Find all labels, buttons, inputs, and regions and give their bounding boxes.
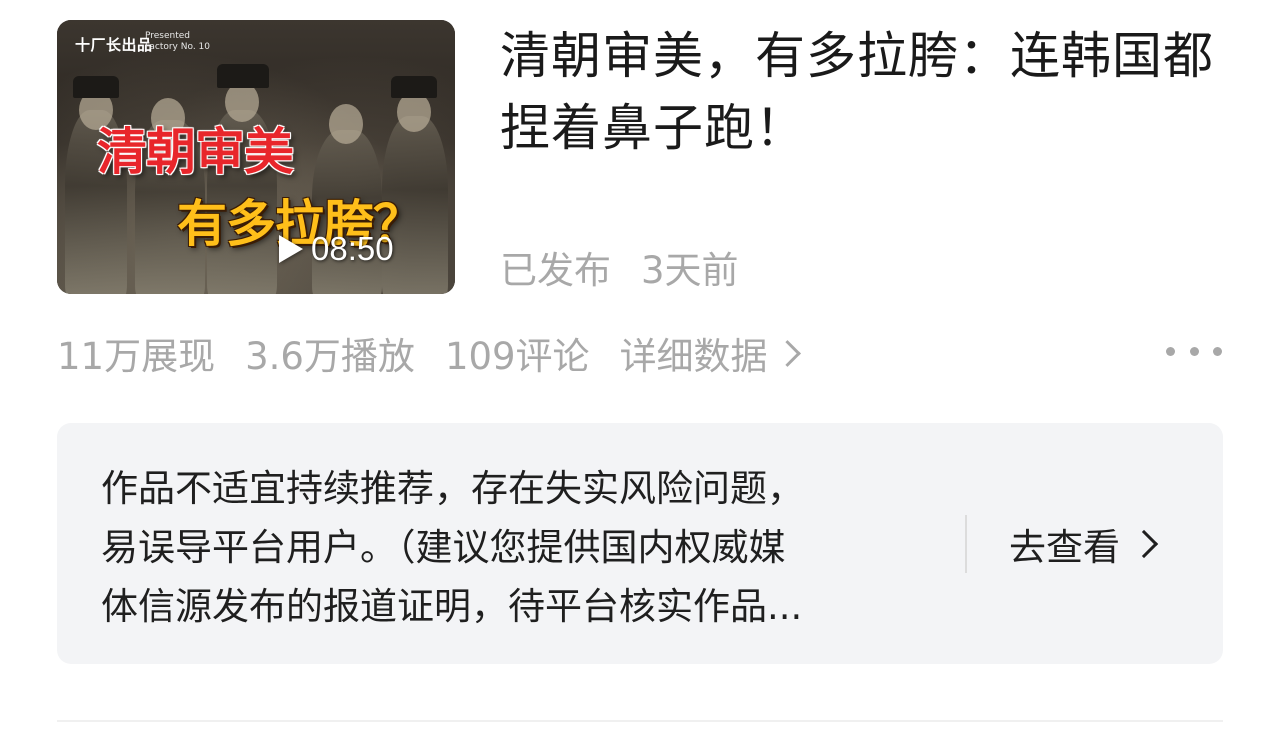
- more-dots-icon: [1189, 346, 1199, 356]
- video-item-page: 十厂长出品 Presented Factory No. 10 清朝审美 有多拉胯…: [0, 0, 1280, 734]
- more-options-button[interactable]: [1166, 336, 1222, 366]
- video-title[interactable]: 清朝审美，有多拉胯：连韩国都捏着鼻子跑！: [500, 20, 1240, 164]
- notice-line: 易误导平台用户。（建议您提供国内权威媒: [101, 526, 786, 569]
- publish-status-row: 已发布 3天前: [500, 240, 739, 294]
- more-dots-icon: [1166, 346, 1175, 356]
- video-thumbnail[interactable]: 十厂长出品 Presented Factory No. 10 清朝审美 有多拉胯…: [57, 20, 455, 294]
- more-dots-icon: [1213, 346, 1222, 356]
- video-stats-row: 11万展现 3.6万播放 109评论 详细数据: [57, 326, 801, 380]
- notice-message: 作品不适宜持续推荐，存在失实风险问题， 易误导平台用户。（建议您提供国内权威媒 …: [101, 459, 921, 636]
- thumbnail-figure-head: [329, 104, 363, 144]
- thumbnail-figure-hat: [73, 76, 119, 98]
- video-duration: 08:50: [311, 230, 394, 267]
- play-overlay[interactable]: 08:50: [279, 230, 394, 268]
- notice-divider: [965, 515, 967, 573]
- detail-data-label: 详细数据: [619, 335, 768, 378]
- publish-status: 已发布: [500, 249, 611, 292]
- thumbnail-overlay-title-line1: 清朝审美: [97, 123, 294, 181]
- thumbnail-brand-sub-line2: Factory No. 10: [145, 42, 210, 52]
- view-details-button[interactable]: 去查看: [1009, 517, 1159, 571]
- play-triangle-icon: [279, 235, 303, 263]
- thumbnail-brand-sub-line1: Presented: [145, 31, 191, 41]
- list-divider: [57, 720, 1223, 722]
- thumbnail-brand-label: 十厂长出品: [75, 36, 153, 54]
- impressions-count: 11万展现: [57, 335, 216, 378]
- chevron-right-icon: [1129, 529, 1159, 559]
- thumbnail-figure-head: [397, 92, 431, 132]
- comments-count: 109评论: [444, 335, 590, 378]
- notice-line: 作品不适宜持续推荐，存在失实风险问题，: [101, 467, 804, 510]
- recommendation-notice-card: 作品不适宜持续推荐，存在失实风险问题， 易误导平台用户。（建议您提供国内权威媒 …: [57, 423, 1223, 664]
- thumbnail-figure-hat: [391, 76, 437, 98]
- publish-time: 3天前: [641, 249, 739, 292]
- chevron-right-icon: [773, 339, 801, 367]
- thumbnail-figure-hat: [217, 64, 269, 88]
- plays-count: 3.6万播放: [245, 335, 415, 378]
- detail-data-link[interactable]: 详细数据: [619, 326, 801, 380]
- thumbnail-brand-sublabel: Presented Factory No. 10: [145, 31, 210, 53]
- notice-line: 体信源发布的报道证明，待平台核实作品...: [101, 585, 803, 628]
- view-details-label: 去查看: [1009, 526, 1120, 569]
